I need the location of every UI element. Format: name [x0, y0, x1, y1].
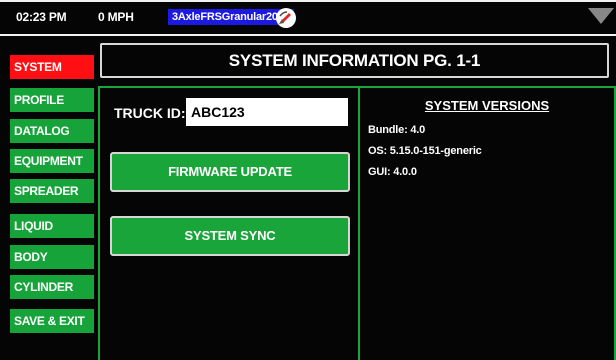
sidebar-item-datalog[interactable]: DATALOG [10, 119, 94, 143]
system-versions-heading: SYSTEM VERSIONS [424, 98, 550, 113]
os-version: OS: 5.15.0-151-generic [368, 145, 482, 157]
sidebar-item-body[interactable]: BODY [10, 245, 94, 269]
system-versions-panel: SYSTEM VERSIONS Bundle: 4.0 OS: 5.15.0-1… [358, 86, 616, 360]
sidebar-item-profile[interactable]: PROFILE [10, 88, 94, 112]
system-sync-button[interactable]: SYSTEM SYNC [110, 216, 350, 256]
status-bar: 02:23 PM 0 MPH 3AxleFRSGranular2020 [0, 0, 616, 36]
sidebar-item-equipment[interactable]: EQUIPMENT [10, 149, 94, 173]
satellite-dish-icon[interactable] [275, 7, 297, 29]
firmware-update-button[interactable]: FIRMWARE UPDATE [110, 152, 350, 192]
page-title: SYSTEM INFORMATION PG. 1-1 [100, 43, 609, 78]
sidebar-item-cylinder[interactable]: CYLINDER [10, 275, 94, 299]
status-bar-inner: 02:23 PM 0 MPH 3AxleFRSGranular2020 [0, 2, 616, 34]
sidebar-item-system[interactable]: SYSTEM [10, 55, 94, 79]
sidebar-item-save-exit[interactable]: SAVE & EXIT [10, 309, 94, 333]
speed-readout: 0 MPH [98, 10, 134, 24]
gui-version: GUI: 4.0.0 [368, 166, 417, 178]
bundle-version: Bundle: 4.0 [368, 124, 426, 136]
truck-id-input[interactable] [186, 98, 348, 126]
system-actions-panel: TRUCK ID: FIRMWARE UPDATE SYSTEM SYNC [98, 86, 360, 360]
truck-id-label: TRUCK ID: [114, 105, 186, 121]
sidebar-item-liquid[interactable]: LIQUID [10, 214, 94, 238]
sidebar-item-spreader[interactable]: SPREADER [10, 179, 94, 203]
triangle-down-icon[interactable] [588, 8, 614, 24]
clock: 02:23 PM [16, 10, 67, 24]
